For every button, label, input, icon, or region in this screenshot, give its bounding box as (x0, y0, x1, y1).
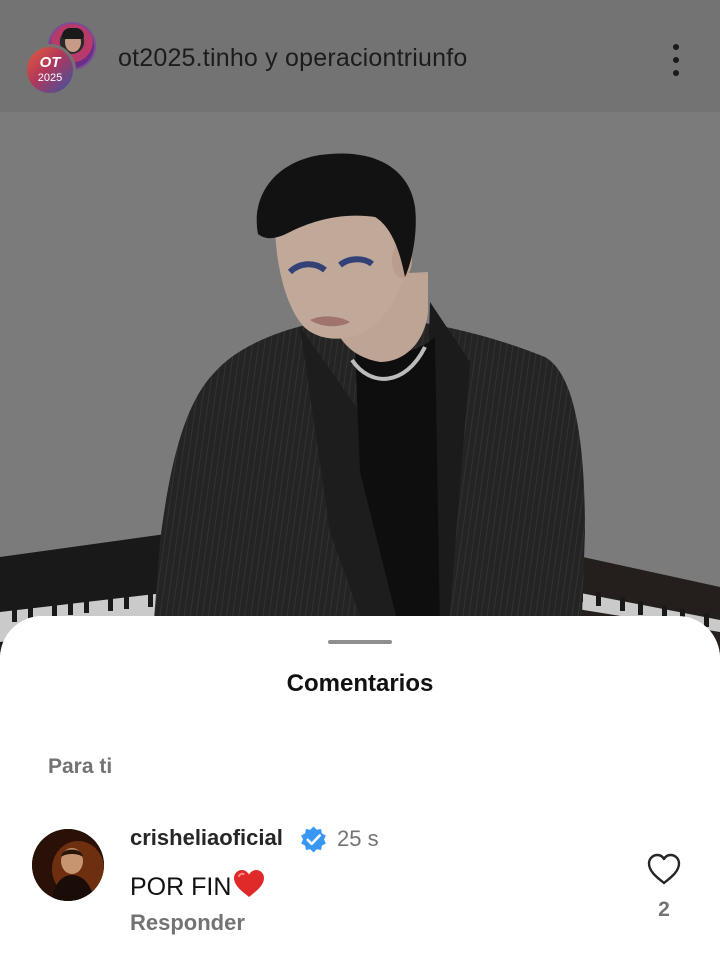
screen: OT 2025 ot2025.tinho y operaciontriunfo (0, 0, 720, 955)
like-count: 2 (658, 898, 670, 921)
post-photo-illustration (0, 112, 720, 672)
comment-username[interactable]: crisheliaoficial (130, 825, 283, 851)
sheet-title: Comentarios (286, 670, 434, 697)
account-avatar[interactable]: OT 2025 (24, 44, 76, 96)
more-vertical-icon (673, 44, 679, 50)
post-photo[interactable] (0, 112, 720, 672)
comment-text: POR FIN (130, 873, 232, 901)
drag-handle[interactable] (328, 640, 392, 644)
comment-timestamp: 25 s (337, 826, 379, 851)
verified-badge-icon (301, 826, 326, 853)
more-vertical-icon-dot (673, 70, 679, 76)
more-options-button[interactable] (660, 38, 692, 82)
post-author-title[interactable]: ot2025.tinho y operaciontriunfo (118, 44, 468, 73)
collab-avatars[interactable]: OT 2025 (24, 22, 100, 96)
heart-outline-icon[interactable] (646, 852, 682, 886)
section-label: Para ti (48, 755, 113, 778)
more-vertical-icon-dot (673, 57, 679, 63)
reply-button[interactable]: Responder (130, 910, 245, 936)
avatar-hair (62, 28, 84, 39)
post-header: OT 2025 ot2025.tinho y operaciontriunfo (0, 0, 720, 112)
avatar-logo-text: OT (39, 54, 61, 71)
comment-avatar[interactable] (32, 829, 104, 901)
avatar-year-text: 2025 (37, 72, 63, 84)
avatar-photo (32, 829, 104, 901)
red-heart-emoji-icon (234, 870, 265, 897)
comment-body: POR FIN (130, 868, 266, 902)
comments-sheet: Comentarios Para ti crisheliaoficial 25 … (0, 616, 720, 955)
